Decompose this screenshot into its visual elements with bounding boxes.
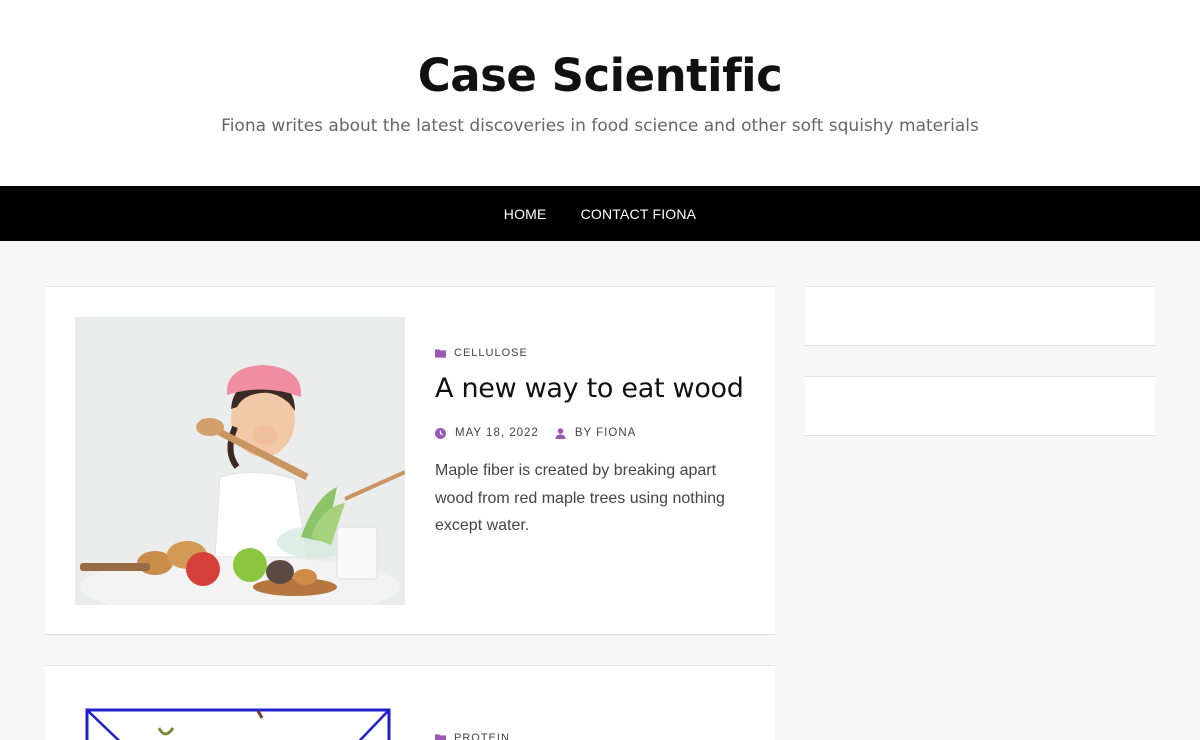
folder-icon xyxy=(435,349,446,358)
post-title[interactable]: A new way to eat wood xyxy=(435,371,750,407)
post-excerpt: Maple fiber is created by breaking apart… xyxy=(435,462,725,534)
post-author: BY FIONA xyxy=(555,427,636,439)
main-nav: HOME CONTACT FIONA xyxy=(0,186,1200,241)
post-card: CELLULOSE A new way to eat wood MAY 18, … xyxy=(45,286,775,635)
category-link[interactable]: PROTEIN xyxy=(454,732,510,740)
nav-item-home[interactable]: HOME xyxy=(504,206,547,222)
post-category: PROTEIN xyxy=(435,732,510,740)
folder-icon xyxy=(435,734,446,740)
clock-icon xyxy=(435,427,446,439)
user-icon xyxy=(555,427,566,439)
post-date-text[interactable]: MAY 18, 2022 xyxy=(455,427,539,439)
content-area: CELLULOSE A new way to eat wood MAY 18, … xyxy=(0,241,1200,740)
post-thumbnail[interactable] xyxy=(75,317,405,605)
sidebar-widget xyxy=(805,286,1155,346)
post-body: PROTEIN xyxy=(435,732,510,740)
post-body: CELLULOSE A new way to eat wood MAY 18, … xyxy=(435,347,750,540)
diagram-image xyxy=(85,708,391,740)
post-meta: MAY 18, 2022 BY FIONA xyxy=(435,427,750,439)
post-thumbnail[interactable] xyxy=(75,706,405,740)
post-author-text[interactable]: BY FIONA xyxy=(575,427,636,439)
site-title[interactable]: Case Scientific xyxy=(0,48,1200,104)
sidebar-widget xyxy=(805,376,1155,436)
post-date: MAY 18, 2022 xyxy=(435,427,539,439)
category-link[interactable]: CELLULOSE xyxy=(454,347,528,359)
post-category: CELLULOSE xyxy=(435,347,750,359)
nav-item-contact[interactable]: CONTACT FIONA xyxy=(581,206,697,222)
site-description: Fiona writes about the latest discoverie… xyxy=(221,116,979,136)
child-chef-image xyxy=(75,317,405,605)
site-header: Case Scientific Fiona writes about the l… xyxy=(0,0,1200,186)
post-card: PROTEIN xyxy=(45,665,775,740)
